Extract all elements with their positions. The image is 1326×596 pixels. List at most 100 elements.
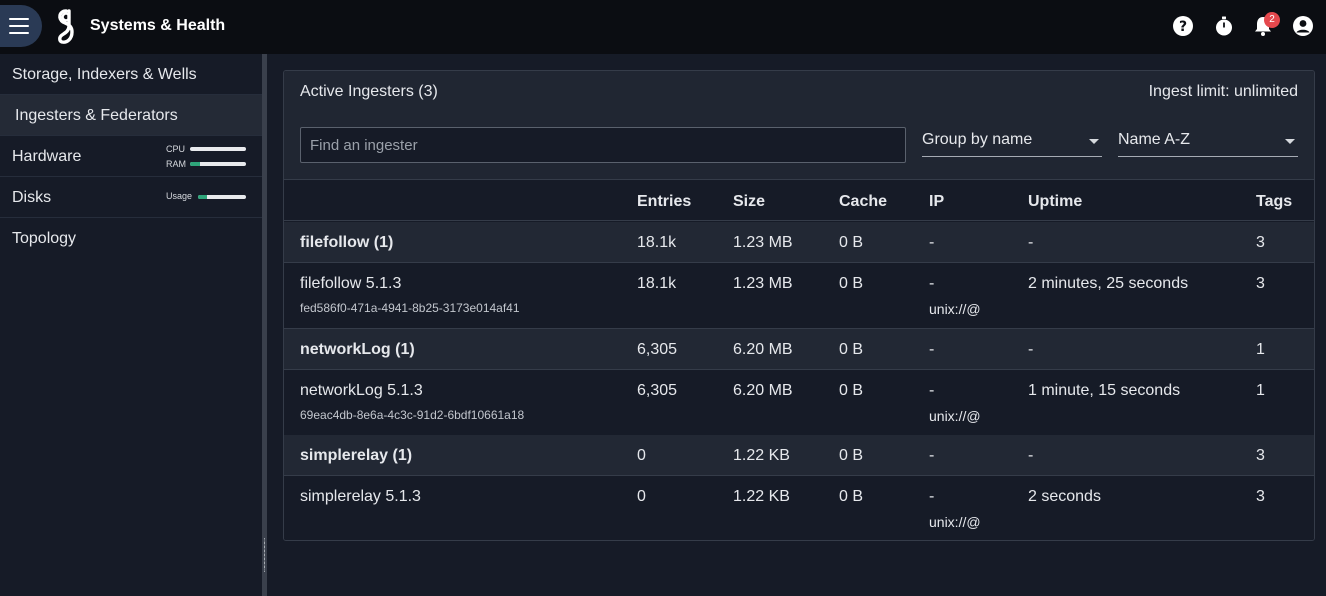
uptime-cell: 1 minute, 15 seconds bbox=[1028, 382, 1181, 399]
entries-cell: 0 bbox=[637, 447, 646, 464]
cpu-meter bbox=[190, 147, 246, 151]
ip-cell: - bbox=[929, 341, 935, 358]
account-icon[interactable] bbox=[1292, 15, 1314, 37]
size-cell: 1.22 KB bbox=[733, 447, 790, 464]
cache-cell: 0 B bbox=[839, 234, 864, 251]
group-name: networkLog (1) bbox=[300, 341, 415, 358]
drag-handle-icon[interactable]: ⁞ ⁞ ⁞ ⁞ ⁞ ⁞ ⁞ ⁞ bbox=[262, 538, 267, 574]
tags-cell: 3 bbox=[1256, 275, 1265, 292]
group-name: filefollow (1) bbox=[300, 234, 394, 251]
column-header-size[interactable]: Size bbox=[733, 193, 765, 211]
sidebar-item-ingesters[interactable]: Ingesters & Federators bbox=[0, 95, 262, 136]
tags-cell: 3 bbox=[1256, 447, 1265, 464]
sort-value: Name A-Z bbox=[1118, 131, 1191, 148]
ingester-uuid: 69eac4db-8e6a-4c3c-91d2-6bdf10661a18 bbox=[300, 408, 525, 422]
usage-meter-label: Usage bbox=[166, 191, 193, 201]
sidebar-item-label: Topology bbox=[12, 230, 77, 247]
ip-socket: unix://@ bbox=[929, 301, 981, 317]
card-title: Active Ingesters (3) bbox=[300, 83, 438, 100]
tags-cell: 3 bbox=[1256, 234, 1265, 251]
svg-text:?: ? bbox=[1179, 19, 1187, 35]
help-icon[interactable]: ? bbox=[1172, 15, 1194, 37]
filter-toolbar: Group by name Name A-Z bbox=[284, 111, 1314, 180]
column-header-cache[interactable]: Cache bbox=[839, 193, 887, 211]
column-header-entries[interactable]: Entries bbox=[637, 193, 691, 211]
cache-cell: 0 B bbox=[839, 341, 864, 358]
table-row[interactable]: simplerelay 5.1.3 0 1.22 KB 0 B - unix:/… bbox=[284, 476, 1314, 540]
tags-cell: 1 bbox=[1256, 382, 1265, 399]
sidebar: Storage, Indexers & Wells Ingesters & Fe… bbox=[0, 54, 262, 596]
group-by-value: Group by name bbox=[922, 131, 1033, 148]
sidebar-item-disks[interactable]: Disks Usage bbox=[0, 177, 262, 218]
table-row[interactable]: filefollow 5.1.3 fed586f0-471a-4941-8b25… bbox=[284, 263, 1314, 329]
cache-cell: 0 B bbox=[839, 382, 864, 399]
ram-meter-label: RAM bbox=[166, 159, 186, 169]
card-header: Active Ingesters (3) Ingest limit: unlim… bbox=[284, 71, 1314, 111]
group-row[interactable]: simplerelay (1) 0 1.22 KB 0 B - - 3 bbox=[284, 435, 1314, 476]
entries-cell: 6,305 bbox=[637, 382, 678, 399]
column-header-uptime[interactable]: Uptime bbox=[1028, 193, 1082, 211]
stopwatch-icon[interactable] bbox=[1213, 15, 1235, 37]
entries-cell: 18.1k bbox=[637, 234, 677, 251]
search-input[interactable] bbox=[300, 127, 906, 163]
table-header: Entries Size Cache IP Uptime Tags bbox=[284, 181, 1314, 221]
uptime-cell: 2 minutes, 25 seconds bbox=[1028, 275, 1189, 292]
ip-cell: - bbox=[929, 488, 935, 505]
column-header-tags[interactable]: Tags bbox=[1256, 193, 1292, 211]
ingester-name: networkLog 5.1.3 bbox=[300, 382, 423, 399]
ip-cell: - bbox=[929, 275, 935, 292]
sidebar-item-topology[interactable]: Topology bbox=[0, 218, 262, 259]
cpu-meter-label: CPU bbox=[166, 144, 186, 154]
table-row[interactable]: networkLog 5.1.3 69eac4db-8e6a-4c3c-91d2… bbox=[284, 370, 1314, 436]
uptime-cell: - bbox=[1028, 341, 1034, 358]
sidebar-splitter[interactable] bbox=[262, 54, 267, 596]
ip-cell: - bbox=[929, 382, 935, 399]
size-cell: 1.23 MB bbox=[733, 234, 793, 251]
sidebar-item-label: Ingesters & Federators bbox=[15, 107, 178, 124]
top-bar: Systems & Health ? 2 bbox=[0, 0, 1326, 54]
size-cell: 1.23 MB bbox=[733, 275, 793, 292]
sidebar-item-storage[interactable]: Storage, Indexers & Wells bbox=[0, 54, 262, 95]
ingesters-card: Active Ingesters (3) Ingest limit: unlim… bbox=[283, 70, 1315, 541]
menu-icon bbox=[9, 18, 29, 20]
menu-button[interactable] bbox=[0, 5, 42, 47]
ram-meter bbox=[190, 162, 246, 166]
size-cell: 6.20 MB bbox=[733, 382, 793, 399]
group-by-select[interactable]: Group by name bbox=[922, 127, 1102, 157]
uptime-cell: - bbox=[1028, 447, 1034, 464]
sidebar-item-label: Disks bbox=[12, 189, 52, 206]
size-cell: 6.20 MB bbox=[733, 341, 793, 358]
cache-cell: 0 B bbox=[839, 447, 864, 464]
ingester-uuid: fed586f0-471a-4941-8b25-3173e014af41 bbox=[300, 301, 520, 315]
chevron-down-icon bbox=[1285, 139, 1295, 144]
ingester-name: simplerelay 5.1.3 bbox=[300, 488, 421, 505]
entries-cell: 0 bbox=[637, 488, 646, 505]
group-row[interactable]: networkLog (1) 6,305 6.20 MB 0 B - - 1 bbox=[284, 329, 1314, 370]
ip-cell: - bbox=[929, 234, 935, 251]
sidebar-item-hardware[interactable]: Hardware CPU RAM bbox=[0, 136, 262, 177]
chevron-down-icon bbox=[1089, 139, 1099, 144]
tags-cell: 3 bbox=[1256, 488, 1265, 505]
size-cell: 1.22 KB bbox=[733, 488, 790, 505]
ip-socket: unix://@ bbox=[929, 514, 981, 530]
ip-cell: - bbox=[929, 447, 935, 464]
group-name: simplerelay (1) bbox=[300, 447, 413, 464]
tags-cell: 1 bbox=[1256, 341, 1265, 358]
uptime-cell: - bbox=[1028, 234, 1034, 251]
cache-cell: 0 B bbox=[839, 488, 864, 505]
uptime-cell: 2 seconds bbox=[1028, 488, 1101, 505]
notification-badge: 2 bbox=[1264, 12, 1280, 28]
group-row[interactable]: filefollow (1) 18.1k 1.23 MB 0 B - - 3 bbox=[284, 222, 1314, 263]
ip-socket: unix://@ bbox=[929, 408, 981, 424]
sidebar-item-label: Storage, Indexers & Wells bbox=[12, 66, 197, 83]
sort-select[interactable]: Name A-Z bbox=[1118, 127, 1298, 157]
sidebar-item-label: Hardware bbox=[12, 148, 82, 165]
cache-cell: 0 B bbox=[839, 275, 864, 292]
usage-meter bbox=[198, 195, 246, 199]
ingest-limit: Ingest limit: unlimited bbox=[1148, 83, 1298, 100]
column-header-ip[interactable]: IP bbox=[929, 193, 944, 211]
entries-cell: 18.1k bbox=[637, 275, 677, 292]
entries-cell: 6,305 bbox=[637, 341, 678, 358]
ingester-name: filefollow 5.1.3 bbox=[300, 275, 402, 292]
page-title: Systems & Health bbox=[90, 17, 226, 34]
